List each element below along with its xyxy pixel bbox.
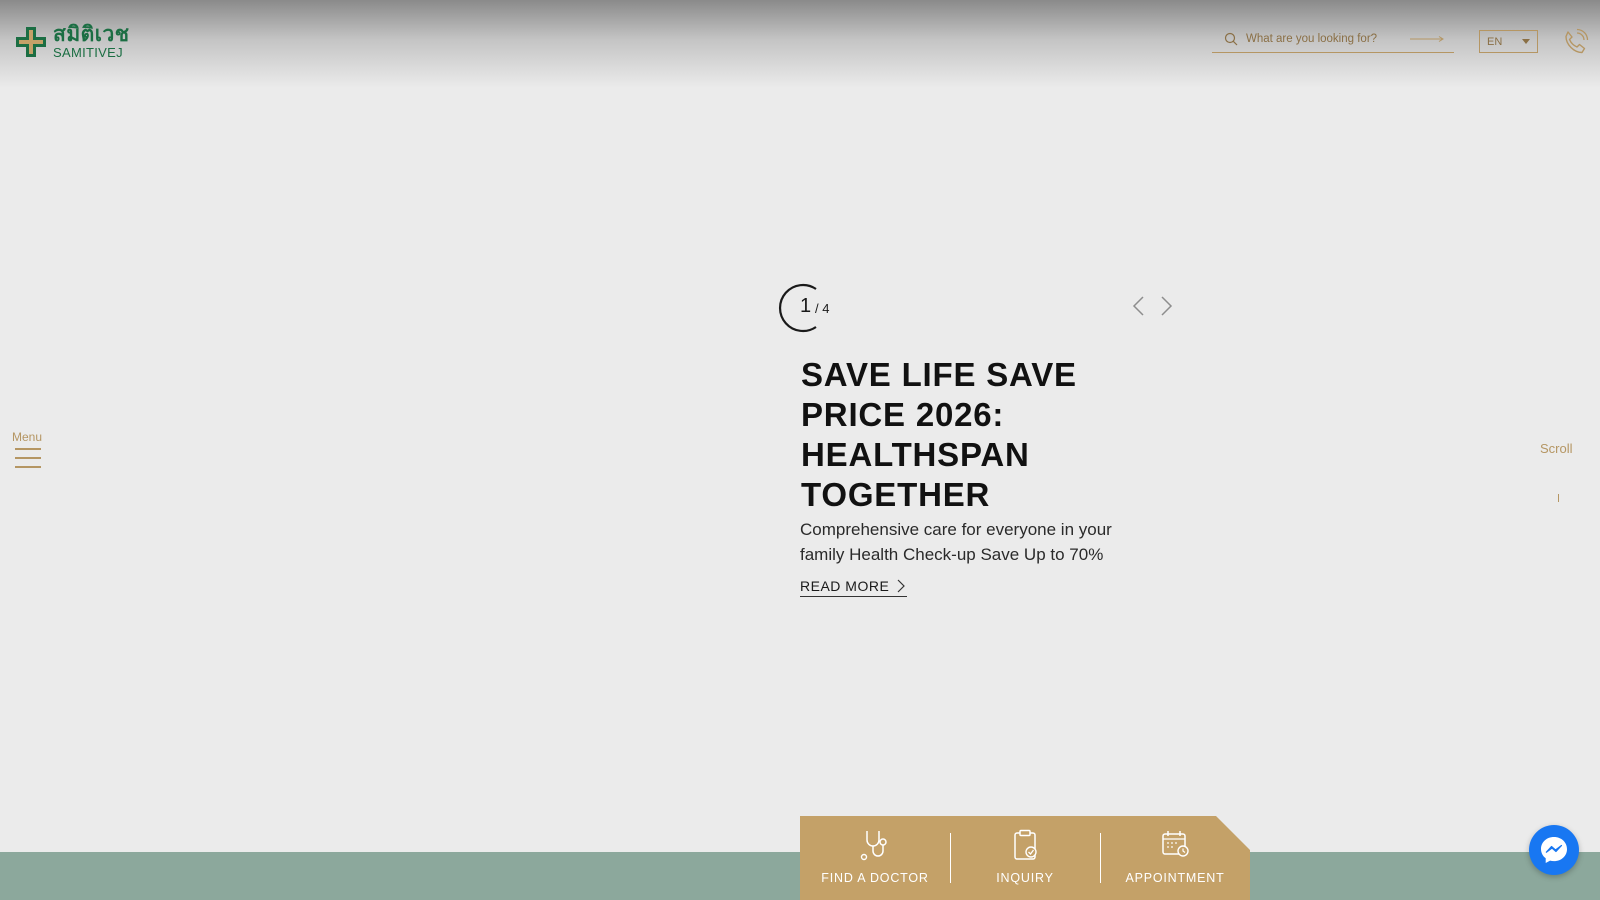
appointment-label: APPOINTMENT bbox=[1125, 871, 1225, 885]
messenger-chat-button[interactable] bbox=[1529, 825, 1579, 875]
hamburger-menu-icon bbox=[15, 448, 41, 468]
scroll-label: Scroll bbox=[1540, 441, 1573, 456]
read-more-label: READ MORE bbox=[800, 577, 890, 594]
search-bar bbox=[1212, 26, 1454, 53]
messenger-icon bbox=[1541, 837, 1567, 863]
header: สมิติเวช SAMITIVEJ EN bbox=[0, 0, 1600, 88]
phone-icon[interactable] bbox=[1561, 28, 1589, 56]
find-a-doctor-button[interactable]: FIND A DOCTOR bbox=[800, 816, 950, 900]
inquiry-label: INQUIRY bbox=[996, 871, 1054, 885]
search-input[interactable] bbox=[1246, 33, 1406, 45]
chevron-right-icon[interactable] bbox=[1157, 294, 1175, 318]
samitivej-logo[interactable]: สมิติเวช SAMITIVEJ bbox=[15, 24, 130, 59]
stethoscope-icon bbox=[860, 831, 887, 861]
arrow-right-icon[interactable] bbox=[1410, 36, 1444, 42]
search-icon[interactable] bbox=[1224, 32, 1238, 46]
clipboard-check-icon bbox=[1014, 829, 1037, 860]
chevron-right-icon bbox=[897, 579, 906, 592]
slide-counter: 1 / 4 bbox=[778, 282, 838, 334]
read-more-link[interactable]: READ MORE bbox=[800, 575, 908, 597]
cross-logo-icon bbox=[15, 26, 47, 58]
hero-subtitle: Comprehensive care for everyone in your … bbox=[800, 520, 1112, 564]
inquiry-button[interactable]: INQUIRY bbox=[950, 816, 1100, 900]
language-value: EN bbox=[1487, 35, 1503, 48]
menu-button[interactable]: Menu bbox=[12, 430, 46, 475]
appointment-button[interactable]: APPOINTMENT bbox=[1100, 816, 1250, 900]
scroll-indicator-line bbox=[1558, 494, 1559, 502]
calendar-clock-icon bbox=[1162, 831, 1189, 857]
language-select[interactable]: EN bbox=[1479, 30, 1538, 53]
find-a-doctor-label: FIND A DOCTOR bbox=[821, 871, 929, 885]
hero-title: SAVE LIFE SAVE PRICE 2026: HEALTHSPAN TO… bbox=[801, 356, 1077, 513]
menu-label: Menu bbox=[12, 430, 43, 444]
logo-thai-text: สมิติเวช bbox=[53, 23, 130, 46]
logo-english-text: SAMITIVEJ bbox=[53, 45, 123, 60]
quick-actions-bar: FIND A DOCTOR INQUIRY APPOINTMENT bbox=[800, 816, 1250, 900]
slide-total-number: / 4 bbox=[815, 301, 830, 316]
chevron-left-icon[interactable] bbox=[1130, 294, 1148, 318]
caret-down-icon bbox=[1522, 39, 1530, 44]
slide-current-number: 1 bbox=[800, 295, 812, 317]
